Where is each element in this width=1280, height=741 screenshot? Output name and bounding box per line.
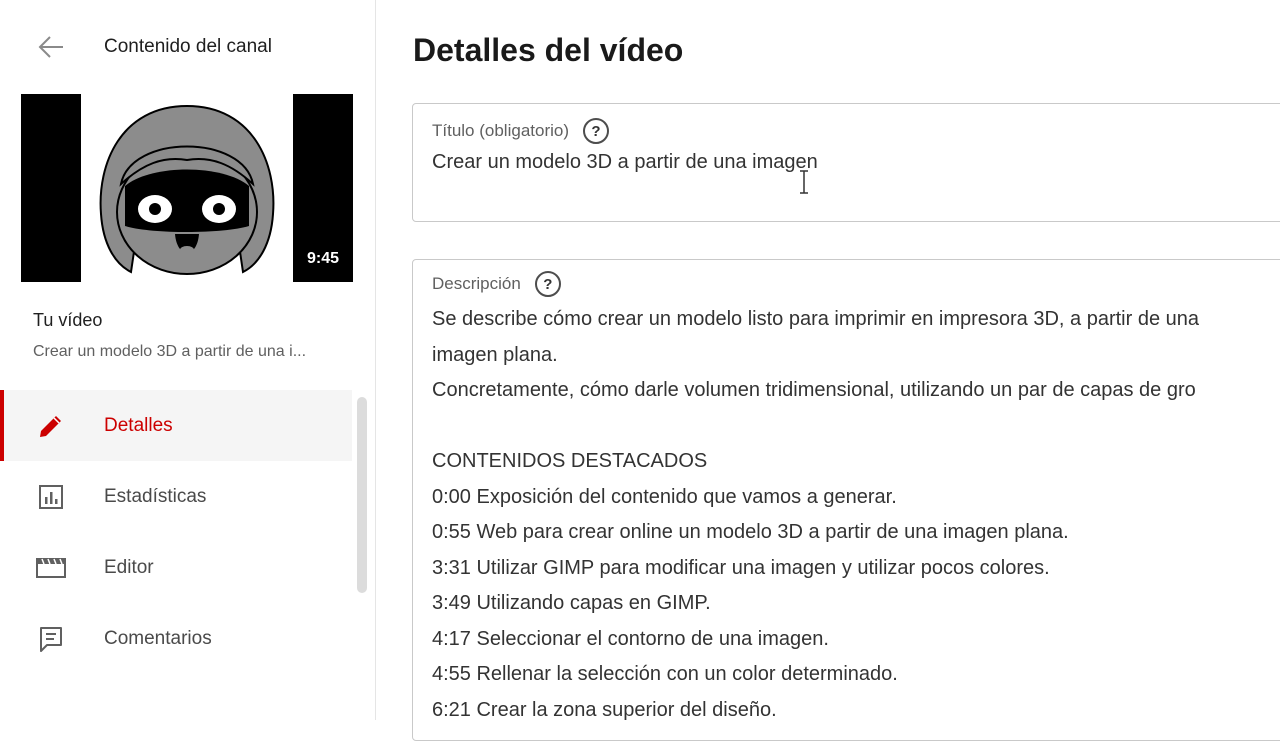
- sidebar-item-label: Comentarios: [104, 627, 212, 649]
- title-field[interactable]: Título (obligatorio) ? Crear un modelo 3…: [412, 103, 1280, 222]
- description-line: CONTENIDOS DESTACADOS: [432, 450, 708, 472]
- your-video-label: Tu vídeo: [33, 310, 103, 330]
- title-field-label: Título (obligatorio) ?: [432, 118, 610, 144]
- description-line: 0:00 Exposición del contenido que vamos …: [432, 485, 897, 508]
- sidebar-item-comentarios[interactable]: Comentarios: [0, 603, 352, 674]
- thumbnail-illustration: [81, 94, 293, 282]
- sidebar-item-label: Editor: [104, 556, 154, 578]
- analytics-icon: [36, 482, 66, 512]
- description-line: 4:17 Seleccionar el contorno de una imag…: [432, 627, 829, 650]
- description-line: 3:31 Utilizar GIMP para modificar una im…: [432, 556, 1050, 579]
- pencil-icon: [36, 411, 66, 441]
- sidebar-item-label: Estadísticas: [104, 485, 207, 507]
- description-line: Concretamente, cómo darle volumen tridim…: [432, 379, 1196, 401]
- comment-icon: [36, 624, 66, 654]
- description-line: Se describe cómo crear un modelo listo p…: [432, 308, 1200, 330]
- description-line: 0:55 Web para crear online un modelo 3D …: [432, 521, 1069, 543]
- help-icon[interactable]: ?: [534, 271, 561, 297]
- description-textarea[interactable]: Se describe cómo crear un modelo listo p…: [432, 302, 1280, 728]
- sidebar: Contenido del canal 9:45 Tu vídeo Crear …: [0, 0, 376, 720]
- your-video-title: Crear un modelo 3D a partir de una i...: [33, 343, 307, 360]
- text-cursor-icon: [800, 170, 808, 194]
- page-title: Detalles del vídeo: [413, 32, 684, 68]
- description-line: imagen plana.: [432, 343, 558, 366]
- title-input[interactable]: Crear un modelo 3D a partir de una image…: [432, 151, 818, 174]
- help-icon[interactable]: ?: [583, 118, 610, 144]
- sidebar-title: Contenido del canal: [104, 36, 272, 57]
- description-label-text: Descripción: [432, 274, 521, 293]
- description-line: [432, 409, 1280, 445]
- main-content: Detalles del vídeo Título (obligatorio) …: [376, 0, 1280, 741]
- video-thumbnail[interactable]: 9:45: [21, 94, 353, 282]
- clapperboard-icon: [36, 553, 66, 583]
- description-line: 3:49 Utilizando capas en GIMP.: [432, 592, 711, 614]
- sidebar-item-detalles[interactable]: Detalles: [0, 390, 352, 461]
- sidebar-item-editor[interactable]: Editor: [0, 532, 352, 603]
- sidebar-scrollbar[interactable]: [357, 397, 367, 593]
- sidebar-item-estadisticas[interactable]: Estadísticas: [0, 461, 352, 532]
- description-line: 4:55 Rellenar la selección con un color …: [432, 663, 898, 685]
- video-duration: 9:45: [306, 250, 339, 267]
- sidebar-nav: Detalles Estadísticas Editor Comentarios: [0, 390, 352, 674]
- description-field-label: Descripción ?: [432, 271, 561, 297]
- description-field[interactable]: Descripción ? Se describe cómo crear un …: [412, 259, 1280, 741]
- sidebar-item-label: Detalles: [104, 414, 173, 436]
- back-arrow-icon[interactable]: [34, 30, 68, 64]
- title-label-text: Título (obligatorio): [432, 121, 570, 140]
- description-line: 6:21 Crear la zona superior del diseño.: [432, 698, 777, 721]
